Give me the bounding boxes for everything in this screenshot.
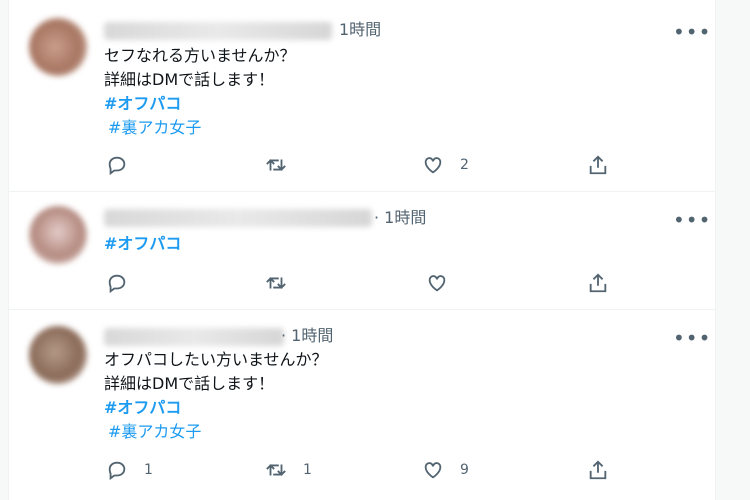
tweet-3[interactable]: · 1時間 ••• オフパコしたい方いませんか？ 詳細はDMで話します！ #オフ… xyxy=(9,310,715,500)
reply-icon xyxy=(108,461,126,481)
reply-button[interactable] xyxy=(106,154,144,176)
share-button[interactable] xyxy=(587,154,609,176)
share-icon xyxy=(589,155,607,175)
tweet-body: セフなれる方いませんか？ 詳細はDMで話します！ #オフパコ #裏アカ女子 xyxy=(104,44,296,140)
tweet-text-line: セフなれる方いませんか？ xyxy=(104,46,296,65)
share-icon xyxy=(589,460,607,480)
tweet-text-line: 詳細はDMで話します！ xyxy=(104,70,275,89)
like-count: 2 xyxy=(460,157,469,173)
timestamp[interactable]: · 1時間 xyxy=(374,208,426,228)
hashtag-link[interactable]: #オフパコ xyxy=(104,396,328,420)
like-button[interactable] xyxy=(426,272,448,294)
retweet-button[interactable]: 1 xyxy=(265,459,312,481)
heart-icon xyxy=(424,157,442,174)
user-name[interactable] xyxy=(104,22,332,40)
reply-button[interactable] xyxy=(106,272,128,294)
heart-icon xyxy=(424,462,442,479)
hashtag-link[interactable]: #オフパコ xyxy=(104,232,181,256)
retweet-icon xyxy=(266,159,286,171)
hashtag-link[interactable]: #裏アカ女子 xyxy=(104,420,328,444)
more-icon[interactable]: ••• xyxy=(673,210,711,230)
tweet-1[interactable]: 1時間 ••• セフなれる方いませんか？ 詳細はDMで話します！ #オフパコ #… xyxy=(9,0,715,192)
user-name[interactable] xyxy=(104,209,372,227)
tweet-2[interactable]: · 1時間 ••• #オフパコ xyxy=(9,192,715,310)
tweet-text-line: 詳細はDMで話します！ xyxy=(104,374,275,393)
heart-icon xyxy=(428,275,446,292)
hashtag-link[interactable]: #オフパコ xyxy=(104,92,296,116)
hashtag-link[interactable]: #裏アカ女子 xyxy=(104,116,296,140)
retweet-count: 1 xyxy=(303,462,312,478)
reply-icon xyxy=(108,274,126,294)
reply-button[interactable]: 1 xyxy=(106,459,153,481)
retweet-button[interactable] xyxy=(265,272,287,294)
reply-count: 1 xyxy=(144,462,153,478)
share-icon xyxy=(589,273,607,293)
avatar[interactable] xyxy=(29,18,87,76)
avatar[interactable] xyxy=(29,326,87,384)
reply-icon xyxy=(108,156,126,176)
share-button[interactable] xyxy=(587,459,609,481)
like-button[interactable]: 9 xyxy=(422,459,469,481)
timestamp[interactable]: · 1時間 xyxy=(281,326,333,346)
tweet-text-line: オフパコしたい方いませんか？ xyxy=(104,350,328,369)
avatar[interactable] xyxy=(29,206,87,264)
user-name[interactable] xyxy=(104,328,284,346)
like-count: 9 xyxy=(460,462,469,478)
like-button[interactable]: 2 xyxy=(422,154,469,176)
more-icon[interactable]: ••• xyxy=(673,328,711,348)
share-button[interactable] xyxy=(587,272,609,294)
tweet-body: #オフパコ xyxy=(104,232,181,256)
retweet-button[interactable] xyxy=(265,154,303,176)
tweet-body: オフパコしたい方いませんか？ 詳細はDMで話します！ #オフパコ #裏アカ女子 xyxy=(104,348,328,444)
timeline: 1時間 ••• セフなれる方いませんか？ 詳細はDMで話します！ #オフパコ #… xyxy=(8,0,716,500)
timestamp[interactable]: 1時間 xyxy=(339,20,381,40)
more-icon[interactable]: ••• xyxy=(673,22,711,42)
retweet-icon xyxy=(266,277,286,289)
retweet-icon xyxy=(266,464,286,476)
